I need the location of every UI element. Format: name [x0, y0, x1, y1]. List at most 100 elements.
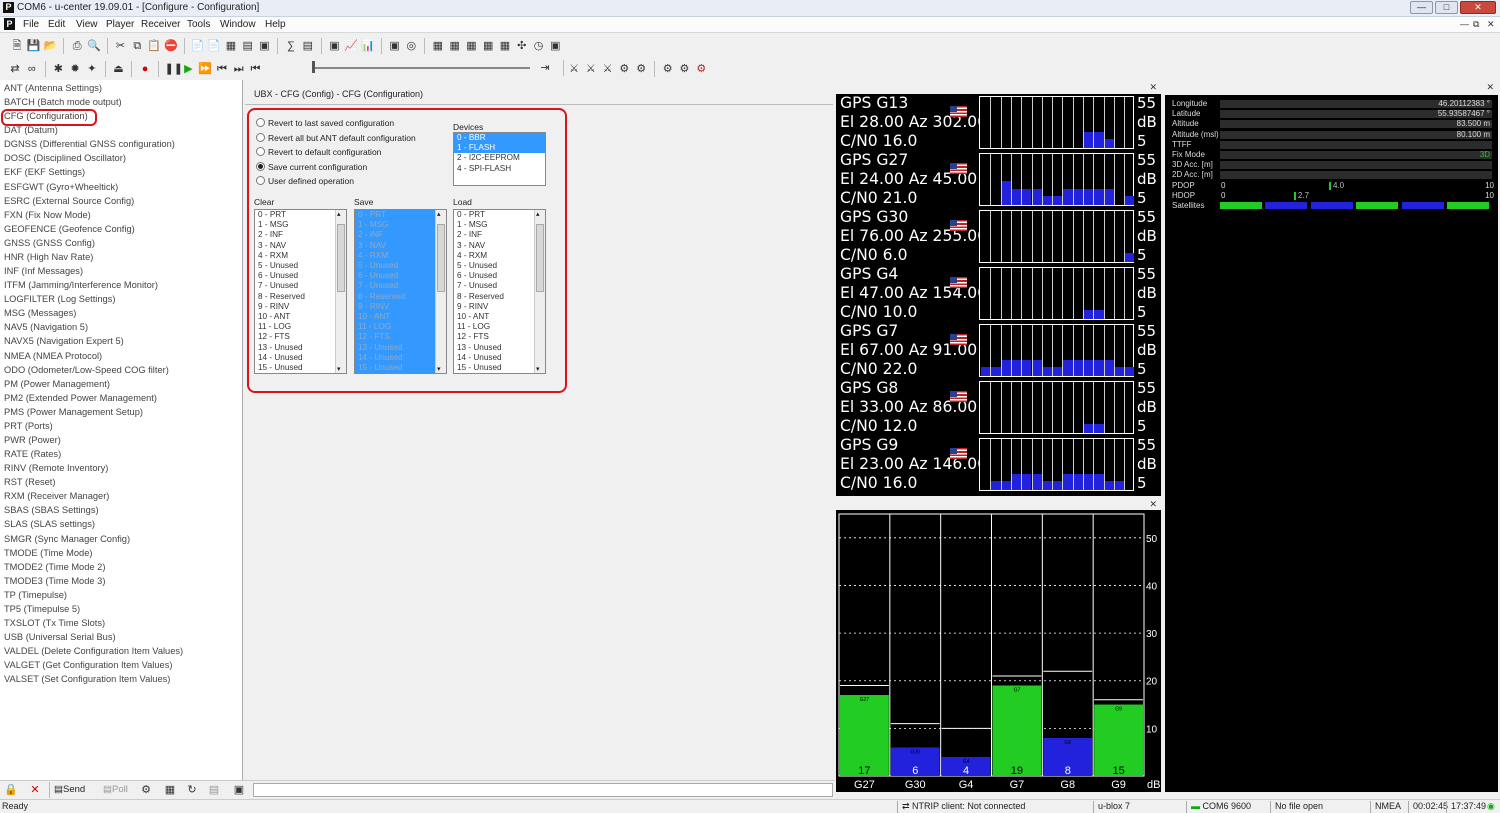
tree-item[interactable]: INF (Inf Messages): [4, 266, 83, 276]
poll-button[interactable]: ▤Poll: [103, 784, 128, 795]
chart-view-icon[interactable]: 📈: [344, 39, 358, 53]
bar-chart-icon[interactable]: ▦: [464, 39, 478, 53]
spectrum-icon[interactable]: ▦: [481, 39, 495, 53]
list-icon[interactable]: ▤: [207, 783, 221, 797]
sky-view-icon[interactable]: ◎: [404, 39, 418, 53]
rewind-icon[interactable]: ⏮: [249, 62, 263, 76]
print-preview-icon[interactable]: 🔍: [87, 39, 101, 53]
aiding3-icon[interactable]: ⚙: [694, 62, 708, 76]
close-icon[interactable]: ✕: [1149, 499, 1157, 510]
menu-receiver[interactable]: Receiver: [141, 19, 180, 30]
tree-item[interactable]: ESFGWT (Gyro+Wheeltick): [4, 182, 118, 192]
autobaud-icon[interactable]: ✱: [51, 62, 65, 76]
fast-forward-icon[interactable]: ⏩: [198, 62, 212, 76]
tree-item[interactable]: SMGR (Sync Manager Config): [4, 534, 130, 544]
tree-item[interactable]: PM2 (Extended Power Management): [4, 393, 157, 403]
tree-item[interactable]: RST (Reset): [4, 477, 56, 487]
mdi-minimize-icon[interactable]: —: [1460, 19, 1469, 29]
histogram-icon[interactable]: 📊: [361, 39, 375, 53]
menu-edit[interactable]: Edit: [48, 19, 65, 30]
minimize-button[interactable]: —: [1410, 1, 1433, 14]
statistic-icon[interactable]: ∑: [284, 39, 298, 53]
tree-item[interactable]: TXSLOT (Tx Time Slots): [4, 618, 105, 628]
tree-item[interactable]: ODO (Odometer/Low-Speed COG filter): [4, 365, 169, 375]
tree-item[interactable]: NAVX5 (Navigation Expert 5): [4, 336, 124, 346]
send-button[interactable]: ▤Send: [54, 784, 85, 795]
docs2-icon[interactable]: 📄: [207, 39, 221, 53]
tree-item[interactable]: DGNSS (Differential GNSS configuration): [4, 139, 175, 149]
cancel-icon[interactable]: ✕: [28, 783, 42, 797]
tree-item[interactable]: PWR (Power): [4, 435, 61, 445]
step-forward-icon[interactable]: ⏭: [232, 62, 246, 76]
tool-icon[interactable]: ⚙: [139, 783, 153, 797]
tree-item[interactable]: LOGFILTER (Log Settings): [4, 294, 115, 304]
camera-view-icon[interactable]: ▦: [498, 39, 512, 53]
copy-message-icon[interactable]: ▦: [163, 783, 177, 797]
tree-item[interactable]: VALGET (Get Configuration Item Values): [4, 660, 172, 670]
save-icon[interactable]: 💾: [27, 39, 41, 53]
tree-item[interactable]: DAT (Datum): [4, 125, 58, 135]
tree-item[interactable]: DOSC (Disciplined Oscillator): [4, 153, 126, 163]
signal-view-icon[interactable]: ▦: [431, 39, 445, 53]
reload-icon[interactable]: ↻: [185, 783, 199, 797]
tree-item[interactable]: TP5 (Timepulse 5): [4, 604, 80, 614]
open-folder-icon[interactable]: 📂: [44, 39, 58, 53]
tree-item[interactable]: GNSS (GNSS Config): [4, 238, 95, 248]
tree-item[interactable]: GEOFENCE (Geofence Config): [4, 224, 135, 234]
tree-item[interactable]: TMODE (Time Mode): [4, 548, 93, 558]
close-icon[interactable]: ✕: [1486, 82, 1494, 93]
tree-item[interactable]: TP (Timepulse): [4, 590, 67, 600]
aiding-icon[interactable]: ⚙: [661, 62, 675, 76]
tree-item[interactable]: ESRC (External Source Config): [4, 196, 134, 206]
copy-icon[interactable]: ⧉: [130, 39, 144, 53]
tree-item[interactable]: FXN (Fix Now Mode): [4, 210, 91, 220]
skip-end-icon[interactable]: ⇥: [538, 61, 552, 75]
deviation-map-icon[interactable]: ▦: [448, 39, 462, 53]
record-icon[interactable]: ●: [138, 62, 152, 76]
warm-start-icon[interactable]: ⚔: [584, 62, 598, 76]
menu-window[interactable]: Window: [220, 19, 256, 30]
new-file-icon[interactable]: 🗎: [10, 39, 24, 53]
display-icon[interactable]: ▣: [232, 783, 246, 797]
step-back-icon[interactable]: ⏮: [215, 62, 229, 76]
tree-item[interactable]: PMS (Power Management Setup): [4, 407, 143, 417]
messages-view-icon[interactable]: ▤: [241, 39, 255, 53]
playback-slider[interactable]: [312, 67, 530, 69]
cold-start-icon[interactable]: ⚔: [601, 62, 615, 76]
tree-item[interactable]: ITFM (Jamming/Interference Monitor): [4, 280, 158, 290]
eject-icon[interactable]: ⏏: [111, 62, 125, 76]
debug-icon[interactable]: ✹: [68, 62, 82, 76]
tree-item[interactable]: EKF (EKF Settings): [4, 167, 85, 177]
tree-item[interactable]: RATE (Rates): [4, 449, 61, 459]
tree-item[interactable]: TMODE2 (Time Mode 2): [4, 562, 105, 572]
tree-item[interactable]: BATCH (Batch mode output): [4, 97, 122, 107]
tree-item[interactable]: PRT (Ports): [4, 421, 53, 431]
compass-icon[interactable]: ✣: [515, 39, 529, 53]
tree-item[interactable]: VALDEL (Delete Configuration Item Values…: [4, 646, 183, 656]
mdi-close-icon[interactable]: ✕: [1487, 19, 1495, 30]
world-icon[interactable]: ▣: [548, 39, 562, 53]
tree-item[interactable]: SBAS (SBAS Settings): [4, 505, 99, 515]
tree-item[interactable]: TMODE3 (Time Mode 3): [4, 576, 105, 586]
tree-item[interactable]: HNR (High Nav Rate): [4, 252, 93, 262]
cut-icon[interactable]: ✂: [113, 39, 127, 53]
gnss-config-icon[interactable]: ⚙: [617, 62, 631, 76]
tree-item[interactable]: MSG (Messages): [4, 308, 76, 318]
delete-icon[interactable]: ⛔: [164, 39, 178, 53]
tree-item[interactable]: PM (Power Management): [4, 379, 110, 389]
menu-player[interactable]: Player: [106, 19, 134, 30]
aiding2-icon[interactable]: ⚙: [677, 62, 691, 76]
menu-tools[interactable]: Tools: [187, 19, 210, 30]
tree-item[interactable]: NMEA (NMEA Protocol): [4, 351, 102, 361]
clock-icon[interactable]: ◷: [532, 39, 546, 53]
message-hex-field[interactable]: [253, 783, 833, 797]
menu-file[interactable]: File: [23, 19, 39, 30]
table-view-icon[interactable]: ▤: [301, 39, 315, 53]
menu-help[interactable]: Help: [265, 19, 286, 30]
app-menu-icon[interactable]: P: [4, 18, 15, 30]
baudrate-icon[interactable]: ∞: [25, 62, 39, 76]
docs-icon[interactable]: 📄: [190, 39, 205, 53]
antenna-icon[interactable]: ✦: [85, 62, 99, 76]
mdi-restore-icon[interactable]: ⧉: [1473, 19, 1479, 30]
paste-icon[interactable]: 📋: [147, 39, 161, 53]
